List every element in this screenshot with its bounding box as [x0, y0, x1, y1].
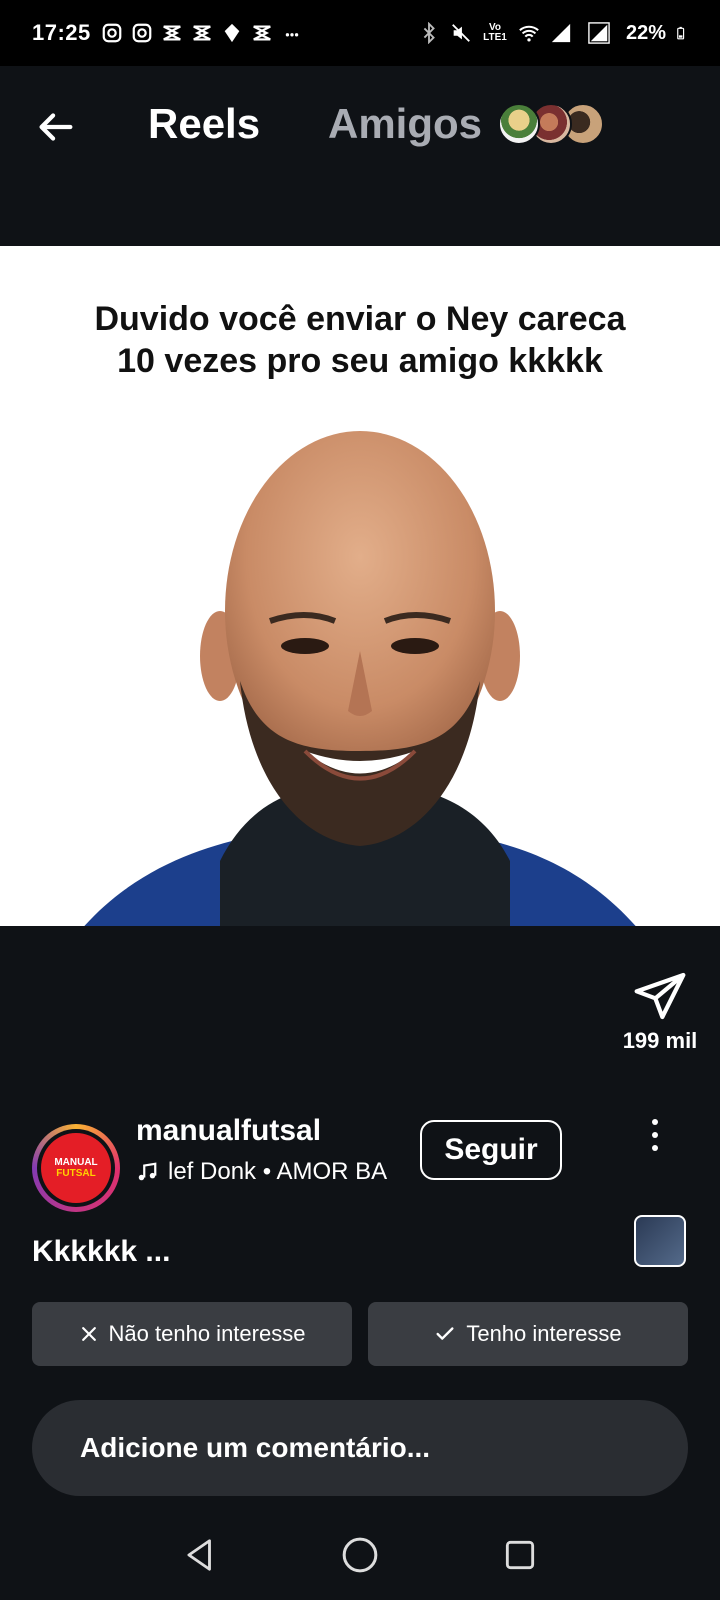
post-caption[interactable]: Kkkkkk ...	[32, 1235, 170, 1269]
more-dot	[652, 1119, 658, 1125]
logo-line2: FUTSAL	[56, 1168, 96, 1179]
bluetooth-icon	[423, 22, 435, 44]
share-action[interactable]: 199 mil	[600, 968, 720, 1054]
not-interested-label: Não tenho interesse	[108, 1321, 306, 1346]
instagram-icon	[132, 23, 152, 43]
audio-track-label: lef Donk • AMOR BA	[168, 1158, 388, 1185]
capcut-icon	[193, 25, 211, 41]
signal-icon	[551, 23, 571, 43]
signal-icon	[588, 22, 610, 44]
audio-track[interactable]: lef Donk • AMOR BA	[136, 1158, 401, 1186]
status-bar: 17:25 Vo LTE1 22%	[0, 0, 720, 66]
battery-percent: 22%	[625, 21, 666, 44]
nav-recents-button[interactable]	[496, 1531, 544, 1579]
send-icon	[634, 972, 686, 1020]
mute-icon	[452, 24, 470, 42]
capcut-icon	[163, 25, 181, 41]
circle-home-icon	[342, 1537, 378, 1573]
tab-amigos[interactable]: Amigos	[328, 100, 482, 148]
interested-label: Tenho interesse	[466, 1321, 622, 1346]
android-nav-bar	[0, 1510, 720, 1600]
share-count: 199 mil	[622, 1028, 698, 1053]
comment-action[interactable]: 89	[600, 696, 720, 782]
logo-line1: MANUAL	[54, 1157, 98, 1168]
heart-icon	[639, 570, 681, 612]
back-arrow-icon	[39, 113, 73, 141]
media-caption-line1: Duvido você enviar o Ney careca	[94, 300, 626, 338]
more-dot	[652, 1145, 658, 1151]
close-icon	[81, 1327, 96, 1341]
status-right: Vo LTE1 22%	[418, 22, 690, 45]
music-note-icon	[138, 1162, 157, 1181]
like-action[interactable]: 12,4 mil	[600, 560, 720, 646]
like-count: 12,4 mil	[619, 620, 701, 645]
tab-reels[interactable]: Reels	[148, 100, 260, 148]
author-row: MANUAL FUTSAL manualfutsal lef Donk • AM…	[0, 1100, 720, 1212]
wifi-icon	[519, 25, 539, 42]
friends-avatars[interactable]	[498, 103, 608, 147]
check-icon	[436, 1327, 454, 1340]
comment-icon	[638, 702, 685, 746]
friend-avatar	[498, 103, 540, 145]
not-interested-button[interactable]: Não tenho interesse	[32, 1302, 352, 1366]
pinterest-icon	[224, 23, 240, 43]
capcut-icon	[253, 25, 271, 41]
media-caption-line2: 10 vezes pro seu amigo kkkkk	[117, 342, 603, 380]
repost-count: 449	[641, 890, 679, 915]
more-notifications-icon	[285, 33, 299, 37]
volte-icon: Vo LTE1	[483, 22, 507, 43]
comment-count: 89	[647, 756, 673, 781]
comment-input[interactable]: Adicione um comentário...	[32, 1400, 688, 1496]
reels-header: Reels Amigos	[0, 66, 720, 246]
manual-futsal-logo: MANUAL FUTSAL	[41, 1133, 111, 1203]
audio-thumbnail[interactable]	[634, 1215, 686, 1267]
triangle-back-icon	[187, 1539, 211, 1571]
repost-action[interactable]: 449	[600, 830, 720, 916]
nav-back-button[interactable]	[176, 1531, 224, 1579]
interest-feedback: Não tenho interesse Tenho interesse	[32, 1302, 688, 1366]
author-avatar-inner: MANUAL FUTSAL	[37, 1129, 115, 1207]
media-caption: Duvido você enviar o Ney careca 10 vezes…	[0, 298, 720, 382]
follow-button[interactable]: Seguir	[420, 1120, 562, 1180]
repost-icon	[641, 832, 679, 884]
author-avatar[interactable]: MANUAL FUTSAL	[32, 1124, 120, 1212]
battery-icon	[677, 26, 685, 40]
square-recents-icon	[505, 1540, 535, 1570]
back-button[interactable]	[30, 102, 80, 152]
interested-button[interactable]: Tenho interesse	[368, 1302, 688, 1366]
more-options-button[interactable]	[640, 1110, 670, 1160]
instagram-icon	[102, 23, 122, 43]
notification-icons	[101, 22, 303, 44]
more-dot	[652, 1132, 658, 1138]
author-username[interactable]: manualfutsal	[136, 1114, 321, 1148]
nav-home-button[interactable]	[336, 1531, 384, 1579]
status-time: 17:25	[32, 20, 91, 45]
player-photo	[84, 431, 636, 926]
